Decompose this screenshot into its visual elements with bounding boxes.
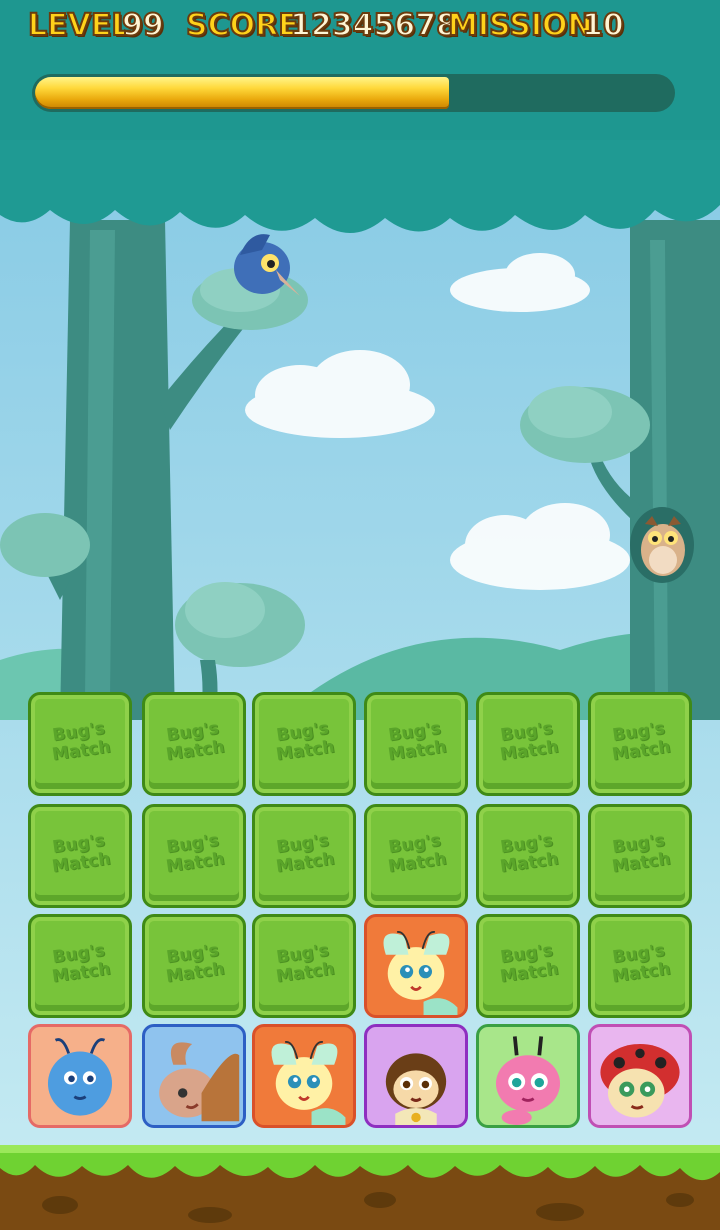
face-up-card-ladybug[interactable] (588, 1024, 692, 1128)
card-logo: Bug's Match (498, 718, 560, 765)
card-logo: Bug's Match (50, 718, 112, 765)
card-logo: Bug's Match (50, 940, 112, 987)
face-up-card-bee[interactable] (364, 1024, 468, 1128)
card-logo: Bug's Match (274, 718, 336, 765)
card-logo: Bug's Match (498, 830, 560, 877)
face-down-card[interactable]: Bug's Match (28, 804, 132, 908)
face-down-card[interactable]: Bug's Match (364, 692, 468, 796)
card-logo: Bug's Match (386, 830, 448, 877)
face-up-card-butterfly[interactable] (252, 1024, 356, 1128)
card-logo: Bug's Match (610, 940, 672, 987)
face-down-card[interactable]: Bug's Match (588, 692, 692, 796)
face-down-card[interactable]: Bug's Match (252, 804, 356, 908)
card-logo: Bug's Match (274, 940, 336, 987)
card-logo: Bug's Match (164, 940, 226, 987)
face-down-card[interactable]: Bug's Match (142, 914, 246, 1018)
face-down-card[interactable]: Bug's Match (252, 914, 356, 1018)
face-down-card[interactable]: Bug's Match (476, 914, 580, 1018)
card-logo: Bug's Match (386, 718, 448, 765)
face-down-card[interactable]: Bug's Match (588, 914, 692, 1018)
face-up-card-blue-ant[interactable] (28, 1024, 132, 1128)
face-down-card[interactable]: Bug's Match (252, 692, 356, 796)
card-logo: Bug's Match (164, 718, 226, 765)
card-logo: Bug's Match (498, 940, 560, 987)
face-down-card[interactable]: Bug's Match (142, 804, 246, 908)
face-up-card-butterfly[interactable] (364, 914, 468, 1018)
card-logo: Bug's Match (610, 718, 672, 765)
card-logo: Bug's Match (274, 830, 336, 877)
card-logo: Bug's Match (164, 830, 226, 877)
face-down-card[interactable]: Bug's Match (142, 692, 246, 796)
face-down-card[interactable]: Bug's Match (476, 692, 580, 796)
card-logo: Bug's Match (610, 830, 672, 877)
face-down-card[interactable]: Bug's Match (476, 804, 580, 908)
face-down-card[interactable]: Bug's Match (28, 914, 132, 1018)
face-down-card[interactable]: Bug's Match (364, 804, 468, 908)
face-up-card-pink-caterpillar[interactable] (476, 1024, 580, 1128)
face-down-card[interactable]: Bug's Match (588, 804, 692, 908)
face-down-card[interactable]: Bug's Match (28, 692, 132, 796)
card-grid: Bug's Match Bug's Match Bug's Match Bug's M… (0, 0, 720, 1230)
face-up-card-beetle[interactable] (142, 1024, 246, 1128)
card-logo: Bug's Match (50, 830, 112, 877)
